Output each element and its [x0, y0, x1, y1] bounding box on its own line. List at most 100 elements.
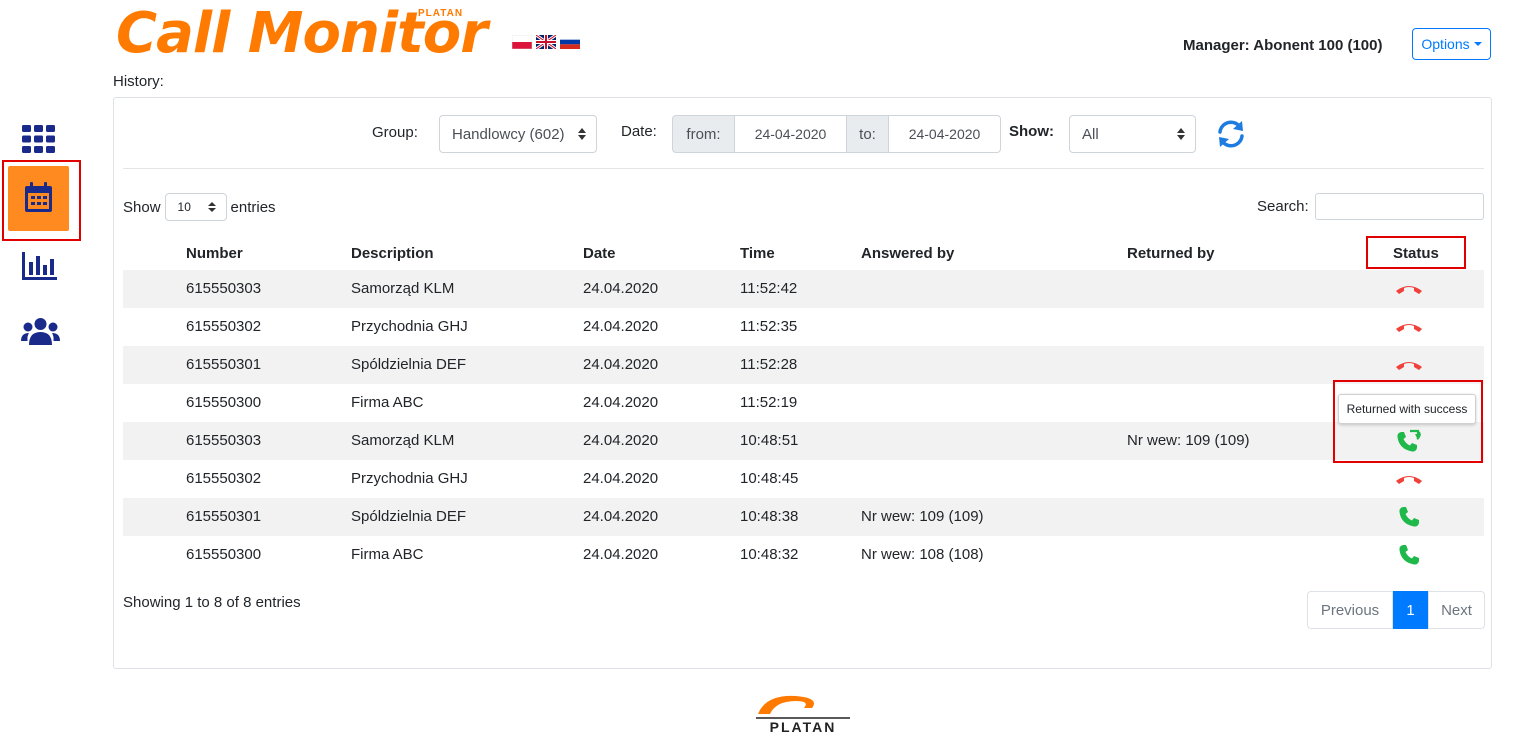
- cell-time: 11:52:28: [740, 356, 798, 373]
- flag-pl-icon[interactable]: [512, 35, 532, 49]
- cell-description: Przychodnia GHJ: [351, 470, 468, 487]
- cell-description: Samorząd KLM: [351, 432, 455, 449]
- footer-brand: PLATAN: [769, 719, 837, 735]
- cell-number: 615550300: [186, 394, 262, 411]
- column-header-date[interactable]: Date: [583, 245, 616, 262]
- pagination-page-1[interactable]: 1: [1393, 591, 1428, 629]
- cell-description: Spóldzielnia DEF: [351, 508, 467, 525]
- cell-time: 10:48:51: [740, 432, 799, 449]
- answered-call-icon[interactable]: [1394, 543, 1424, 567]
- refresh-icon[interactable]: [1215, 118, 1247, 150]
- flag-en-icon[interactable]: [536, 35, 556, 49]
- cell-time: 10:48:45: [740, 470, 799, 487]
- status-header-highlight: [1366, 236, 1466, 269]
- cell-date: 24.04.2020: [583, 318, 659, 335]
- table-row: 615550303 Samorząd KLM 24.04.2020 11:52:42: [123, 270, 1484, 308]
- cell-description: Firma ABC: [351, 546, 424, 563]
- cell-returned-by: Nr wew: 109 (109): [1127, 432, 1250, 449]
- cell-date: 24.04.2020: [583, 432, 659, 449]
- table-row: 615550302 Przychodnia GHJ 24.04.2020 10:48:…: [123, 460, 1484, 498]
- cell-time: 11:52:35: [740, 318, 798, 335]
- column-header-returned-by[interactable]: Returned by: [1127, 245, 1215, 262]
- column-header-description[interactable]: Description: [351, 245, 434, 262]
- show-entries-prefix: Show: [123, 198, 161, 216]
- cell-time: 10:48:32: [740, 546, 799, 563]
- cell-number: 615550301: [186, 508, 262, 525]
- group-select-value: Handlowcy (602): [452, 125, 565, 143]
- history-table: Number Description Date Time Answered by…: [123, 236, 1484, 574]
- group-label: Group:: [372, 124, 418, 141]
- from-addon: from:: [672, 115, 735, 153]
- select-arrows-icon: [578, 127, 586, 141]
- table-row: 615550302 Przychodnia GHJ 24.04.2020 11:52:…: [123, 308, 1484, 346]
- show-label: Show:: [1009, 123, 1054, 140]
- flag-ru-icon[interactable]: [560, 35, 580, 49]
- sidebar-item-history[interactable]: [8, 166, 69, 231]
- table-row: 615550303 Samorząd KLM 24.04.2020 10:48:51 N…: [123, 422, 1484, 460]
- missed-call-icon[interactable]: [1394, 353, 1424, 377]
- options-button[interactable]: Options: [1412, 28, 1491, 60]
- cell-number: 615550302: [186, 318, 262, 335]
- history-panel: Group: Handlowcy (602) Date: from: 24-04…: [113, 97, 1492, 669]
- table-row: 615550301 Spóldzielnia DEF 24.04.2020 10:48…: [123, 498, 1484, 536]
- answered-call-icon[interactable]: [1394, 505, 1424, 529]
- grid-icon[interactable]: [22, 125, 55, 157]
- show-entries-suffix: entries: [230, 198, 276, 216]
- table-row: 615550300 Firma ABC 24.04.2020 11:52:19: [123, 384, 1484, 422]
- cell-date: 24.04.2020: [583, 394, 659, 411]
- show-select-value: All: [1082, 125, 1099, 143]
- cell-answered-by: Nr wew: 108 (108): [861, 546, 984, 563]
- date-to-input[interactable]: 24-04-2020: [888, 115, 1001, 153]
- bar-chart-icon[interactable]: [22, 252, 57, 284]
- caret-down-icon: [1473, 42, 1482, 46]
- column-header-time[interactable]: Time: [740, 245, 775, 262]
- table-body: 615550303 Samorząd KLM 24.04.2020 11:52:42 6…: [123, 270, 1484, 574]
- cell-time: 11:52:42: [740, 280, 798, 297]
- page-size-select[interactable]: 10: [164, 193, 227, 221]
- manager-label: Manager: Abonent 100 (100): [1183, 37, 1383, 54]
- calendar-icon: [25, 181, 52, 216]
- missed-call-icon[interactable]: [1394, 277, 1424, 301]
- cell-time: 11:52:19: [740, 394, 798, 411]
- date-label: Date:: [621, 123, 657, 140]
- options-label: Options: [1421, 36, 1470, 52]
- language-switcher: [512, 35, 580, 49]
- to-addon: to:: [846, 115, 889, 153]
- cell-description: Przychodnia GHJ: [351, 318, 468, 335]
- missed-call-icon[interactable]: [1394, 467, 1424, 491]
- tooltip-highlight: [1333, 380, 1483, 463]
- table-header: Number Description Date Time Answered by…: [123, 236, 1484, 270]
- cell-description: Spóldzielnia DEF: [351, 356, 467, 373]
- page-length-control: Show 10 entries: [123, 193, 276, 221]
- cell-number: 615550300: [186, 546, 262, 563]
- select-arrows-icon: [207, 201, 216, 215]
- cell-date: 24.04.2020: [583, 470, 659, 487]
- cell-date: 24.04.2020: [583, 508, 659, 525]
- cell-date: 24.04.2020: [583, 280, 659, 297]
- pagination-next[interactable]: Next: [1428, 591, 1485, 629]
- cell-date: 24.04.2020: [583, 546, 659, 563]
- cell-date: 24.04.2020: [583, 356, 659, 373]
- cell-number: 615550303: [186, 432, 262, 449]
- table-info: Showing 1 to 8 of 8 entries: [123, 594, 301, 611]
- platan-swoosh-icon: [756, 695, 850, 719]
- column-header-answered-by[interactable]: Answered by: [861, 245, 954, 262]
- filter-bar: Group: Handlowcy (602) Date: from: 24-04…: [114, 98, 1491, 168]
- logo-brand: PLATAN: [418, 8, 464, 19]
- table-row: 615550300 Firma ABC 24.04.2020 10:48:32 Nr w…: [123, 536, 1484, 574]
- group-select[interactable]: Handlowcy (602): [439, 115, 597, 153]
- column-header-number[interactable]: Number: [186, 245, 243, 262]
- search-label: Search:: [1257, 198, 1309, 215]
- date-from-input[interactable]: 24-04-2020: [734, 115, 847, 153]
- page-title: History:: [113, 73, 164, 90]
- users-icon[interactable]: [21, 317, 60, 349]
- show-select[interactable]: All: [1069, 115, 1196, 153]
- search-input[interactable]: [1315, 193, 1484, 220]
- cell-answered-by: Nr wew: 109 (109): [861, 508, 984, 525]
- missed-call-icon[interactable]: [1394, 315, 1424, 339]
- cell-number: 615550303: [186, 280, 262, 297]
- divider: [123, 168, 1484, 169]
- pagination-previous[interactable]: Previous: [1307, 591, 1393, 629]
- cell-description: Firma ABC: [351, 394, 424, 411]
- pagination: Previous 1 Next: [1307, 591, 1485, 629]
